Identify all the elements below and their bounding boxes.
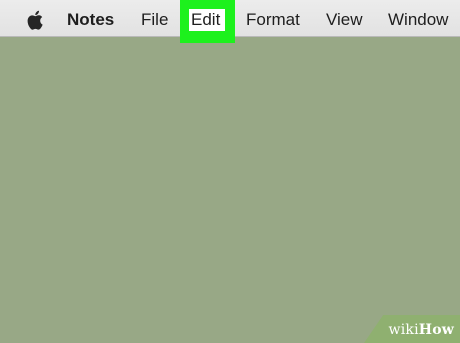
watermark-logo: wikiHow (389, 322, 454, 338)
menu-view[interactable]: View (326, 0, 363, 37)
menu-file[interactable]: File (141, 0, 168, 37)
watermark-prefix: wiki (388, 322, 419, 338)
wikihow-watermark: wikiHow (364, 315, 460, 343)
menu-format[interactable]: Format (246, 0, 300, 37)
menu-window[interactable]: Window (388, 0, 448, 37)
watermark-suffix: How (418, 322, 454, 338)
desktop: Notes File Edit Format View Window wikiH… (0, 0, 460, 343)
apple-icon[interactable] (27, 10, 45, 30)
app-menu-notes[interactable]: Notes (67, 0, 114, 37)
menu-bar: Notes File Edit Format View Window (0, 0, 460, 43)
menu-edit[interactable]: Edit (191, 0, 220, 37)
